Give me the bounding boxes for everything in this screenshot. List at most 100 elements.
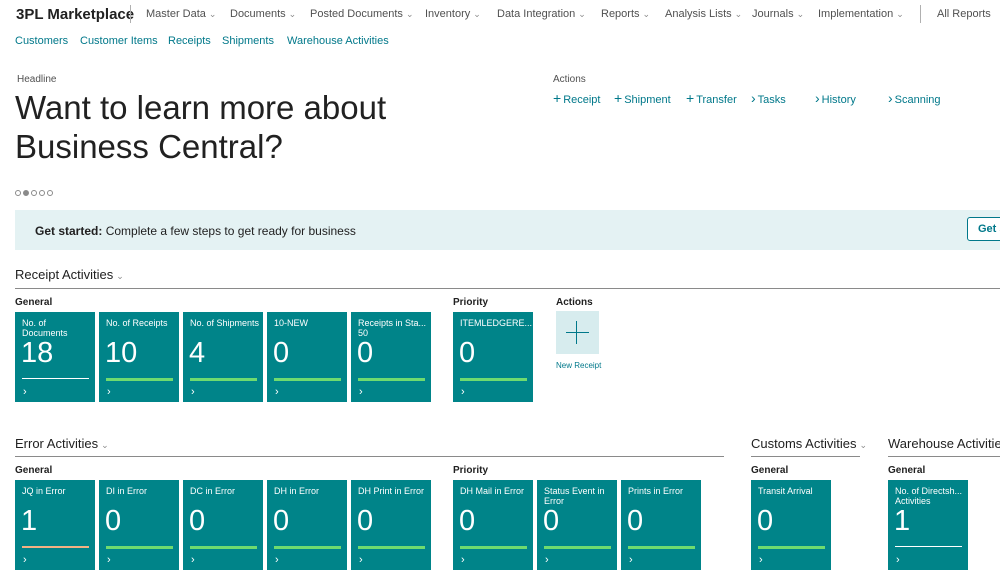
menu-data-integration[interactable]: Data Integration ⌄ xyxy=(497,8,586,20)
chevron-down-icon: ⌄ xyxy=(796,9,805,19)
menu-posted-documents[interactable]: Posted Documents ⌄ xyxy=(310,8,413,20)
menu-label: Master Data xyxy=(146,8,206,20)
tile-status-bar xyxy=(190,378,257,381)
pager-dot-active[interactable] xyxy=(23,190,29,196)
action-label: Scanning xyxy=(894,94,941,106)
menu-implementation[interactable]: Implementation ⌄ xyxy=(818,8,904,20)
menu-documents[interactable]: Documents ⌄ xyxy=(230,8,296,20)
tile-value: 0 xyxy=(543,505,560,537)
chevron-right-icon[interactable]: › xyxy=(759,554,763,566)
tile-label: No. of Receipts xyxy=(106,318,168,328)
section-divider xyxy=(15,456,724,457)
cue-tile[interactable]: No. of Receipts 10 › xyxy=(99,312,179,402)
chevron-down-icon: ⌄ xyxy=(116,271,124,281)
cue-tile[interactable]: JQ in Error 1 › xyxy=(15,480,95,570)
chevron-down-icon: ⌄ xyxy=(288,9,297,19)
new-receipt-label[interactable]: New Receipt xyxy=(556,361,601,370)
chevron-right-icon[interactable]: › xyxy=(359,386,363,398)
action-scanning[interactable]: › Scanning xyxy=(888,90,941,106)
tile-status-bar xyxy=(274,546,341,549)
chevron-right-icon: › xyxy=(751,90,756,106)
cue-tile[interactable]: Transit Arrival 0 › xyxy=(751,480,831,570)
chevron-right-icon[interactable]: › xyxy=(107,386,111,398)
section-divider xyxy=(888,456,1000,457)
warehouse-activities-title[interactable]: Warehouse Activities xyxy=(888,436,1000,451)
get-started-button[interactable]: Get s xyxy=(967,217,1000,241)
tile-value: 0 xyxy=(189,505,206,537)
chevron-right-icon[interactable]: › xyxy=(191,554,195,566)
chevron-right-icon[interactable]: › xyxy=(191,386,195,398)
chevron-right-icon[interactable]: › xyxy=(629,554,633,566)
section-title-label: Receipt Activities xyxy=(15,267,114,282)
menu-inventory[interactable]: Inventory ⌄ xyxy=(425,8,481,20)
cue-tile-priority[interactable]: Status Event in Error 0 › xyxy=(537,480,617,570)
chevron-right-icon[interactable]: › xyxy=(275,554,279,566)
chevron-down-icon: ⌄ xyxy=(896,9,904,19)
plus-icon: + xyxy=(614,90,623,106)
tile-label: DH in Error xyxy=(274,486,320,496)
pager-dot[interactable] xyxy=(31,190,37,196)
menu-journals[interactable]: Journals ⌄ xyxy=(752,8,804,20)
customs-activities-title[interactable]: Customs Activities ⌄ xyxy=(751,436,867,451)
action-tasks[interactable]: › Tasks xyxy=(751,90,786,106)
chevron-right-icon[interactable]: › xyxy=(461,386,465,398)
app-title[interactable]: 3PL Marketplace xyxy=(16,6,134,23)
group-general: General xyxy=(15,465,53,476)
plus-icon: + xyxy=(553,90,562,106)
cue-tile[interactable]: DH Print in Error 0 › xyxy=(351,480,431,570)
cue-tile[interactable]: DC in Error 0 › xyxy=(183,480,263,570)
subnav-customer-items[interactable]: Customer Items xyxy=(80,35,158,47)
subnav-customers[interactable]: Customers xyxy=(15,35,68,47)
action-new-shipment[interactable]: + Shipment xyxy=(614,90,671,106)
chevron-right-icon[interactable]: › xyxy=(896,554,900,566)
action-new-transfer[interactable]: + Transfer xyxy=(686,90,737,106)
chevron-right-icon[interactable]: › xyxy=(359,554,363,566)
tile-label: No. of Documents xyxy=(22,318,68,338)
subnav-receipts[interactable]: Receipts xyxy=(168,35,211,47)
menu-master-data[interactable]: Master Data ⌄ xyxy=(146,8,216,20)
tile-value: 0 xyxy=(273,505,290,537)
cue-tile-priority[interactable]: ITEMLEDGERE... 0 › xyxy=(453,312,533,402)
cue-tile[interactable]: No. of Directsh... Activities 1 › xyxy=(888,480,968,570)
tile-value: 0 xyxy=(757,505,774,537)
group-general: General xyxy=(15,297,53,308)
cue-tile[interactable]: DI in Error 0 › xyxy=(99,480,179,570)
headline-text: Want to learn more about Business Centra… xyxy=(15,89,387,165)
cue-tile[interactable]: No. of Documents 18 › xyxy=(15,312,95,402)
tile-label: Prints in Error xyxy=(628,486,684,496)
pager-dot[interactable] xyxy=(39,190,45,196)
subnav-shipments[interactable]: Shipments xyxy=(222,35,274,47)
chevron-right-icon: › xyxy=(815,90,820,106)
menu-all-reports[interactable]: All Reports xyxy=(937,8,991,20)
pager-dot[interactable] xyxy=(47,190,53,196)
receipt-activities-title[interactable]: Receipt Activities ⌄ xyxy=(15,267,124,282)
cue-tile[interactable]: 10-NEW 0 › xyxy=(267,312,347,402)
new-receipt-tile[interactable] xyxy=(556,311,599,354)
cue-tile-priority[interactable]: DH Mail in Error 0 › xyxy=(453,480,533,570)
chevron-down-icon: ⌄ xyxy=(405,9,414,19)
pager-dot[interactable] xyxy=(15,190,21,196)
error-activities-title[interactable]: Error Activities ⌄ xyxy=(15,436,109,451)
plus-icon xyxy=(566,332,589,333)
chevron-right-icon[interactable]: › xyxy=(275,386,279,398)
cue-tile[interactable]: Receipts in Sta... 50 0 › xyxy=(351,312,431,402)
tile-status-bar xyxy=(544,546,611,549)
chevron-right-icon[interactable]: › xyxy=(23,554,27,566)
action-new-receipt[interactable]: + Receipt xyxy=(553,90,600,106)
tile-status-bar xyxy=(190,546,257,549)
tile-value: 1 xyxy=(894,505,911,537)
chevron-right-icon[interactable]: › xyxy=(461,554,465,566)
cue-tile[interactable]: DH in Error 0 › xyxy=(267,480,347,570)
chevron-right-icon[interactable]: › xyxy=(545,554,549,566)
chevron-right-icon[interactable]: › xyxy=(107,554,111,566)
menu-reports[interactable]: Reports ⌄ xyxy=(601,8,650,20)
cue-tile-priority[interactable]: Prints in Error 0 › xyxy=(621,480,701,570)
headline-pager[interactable] xyxy=(15,183,55,201)
chevron-right-icon[interactable]: › xyxy=(23,386,27,398)
tile-label: ITEMLEDGERE... xyxy=(460,318,533,328)
menu-analysis-lists[interactable]: Analysis Lists ⌄ xyxy=(665,8,742,20)
action-history[interactable]: › History xyxy=(815,90,856,106)
cue-tile[interactable]: No. of Shipments 4 › xyxy=(183,312,263,402)
menu-label: Reports xyxy=(601,8,640,20)
subnav-warehouse-activities[interactable]: Warehouse Activities xyxy=(287,35,389,47)
